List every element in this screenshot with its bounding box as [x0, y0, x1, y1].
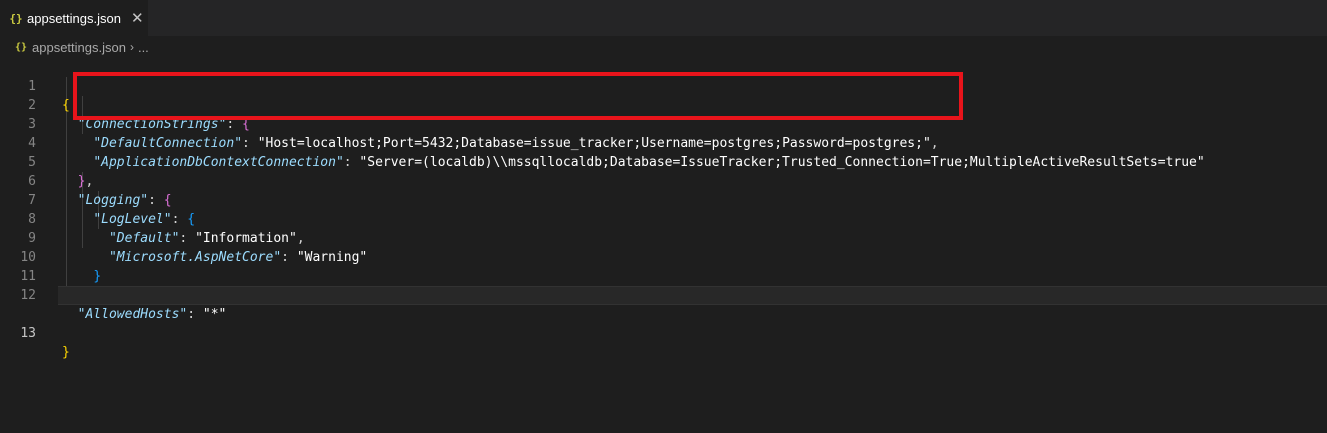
code-line: 11 }, — [0, 248, 1327, 303]
code-line: 10 } — [0, 229, 1327, 284]
chevron-right-icon: › — [129, 40, 134, 54]
code-line-current: 13 } — [0, 286, 1327, 360]
tab-appsettings-json[interactable]: {} appsettings.json ✕ — [0, 0, 148, 36]
tab-bar: {} appsettings.json ✕ — [0, 0, 1327, 36]
code-line: 9 "Microsoft.AspNetCore": "Warning" — [0, 210, 1327, 265]
code-line: 5 }, — [0, 134, 1327, 189]
breadcrumb: {} appsettings.json › ... — [0, 36, 1327, 58]
close-icon[interactable]: ✕ — [131, 11, 144, 26]
code-line: 7 "LogLevel": { — [0, 172, 1327, 227]
json-key: "AllowedHosts" — [77, 307, 188, 322]
code-line: 8 "Default": "Information", — [0, 191, 1327, 246]
tab-title: appsettings.json — [27, 10, 121, 26]
json-file-icon: {} — [14, 41, 28, 53]
breadcrumb-file[interactable]: appsettings.json — [32, 40, 126, 55]
line-number: 13 — [20, 326, 36, 341]
json-value: "*" — [202, 307, 227, 322]
breadcrumb-more[interactable]: ... — [138, 40, 149, 55]
json-file-icon: {} — [9, 11, 23, 25]
current-line-highlight — [58, 286, 1327, 305]
code-line: 6 "Logging": { — [0, 153, 1327, 208]
annotation-highlight-box — [73, 72, 963, 120]
code-line: 12 "AllowedHosts": "*" — [0, 267, 1327, 322]
